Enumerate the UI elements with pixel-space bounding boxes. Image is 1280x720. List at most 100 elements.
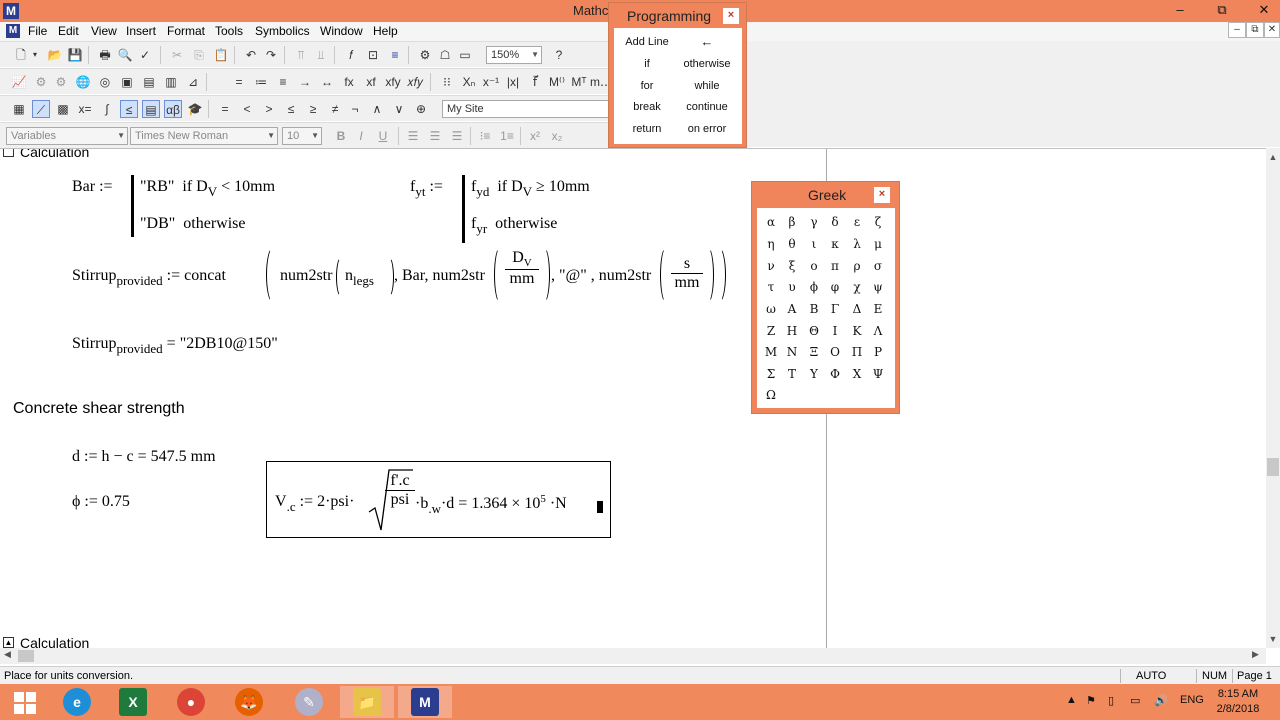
web-icon[interactable]: ◎ xyxy=(96,73,114,91)
greek-sigma[interactable]: σ xyxy=(868,256,888,276)
menu-tools[interactable]: Tools xyxy=(215,24,243,38)
vertical-scrollbar[interactable]: ▲ ▼ xyxy=(1266,148,1280,648)
minimize-button[interactable]: – xyxy=(1166,0,1194,20)
collapse-icon[interactable] xyxy=(3,149,14,157)
xfy-sub-icon[interactable]: 𝑥𝑓𝑦 xyxy=(406,73,424,91)
new-document-icon[interactable]: 🗋 xyxy=(12,46,30,64)
taskbar-app[interactable]: ✎ xyxy=(282,686,336,718)
worksheet[interactable]: Calculation Bar := "RB" if DV < 10mm "DB… xyxy=(0,148,1266,648)
taskbar-ie[interactable]: e xyxy=(50,686,104,718)
greek-omega[interactable]: ω xyxy=(761,299,781,319)
greek-cap-epsilon[interactable]: Ε xyxy=(868,299,888,319)
align-center-icon[interactable]: ☰ xyxy=(426,127,444,145)
taskbar-mathcad[interactable]: M xyxy=(398,686,452,718)
zoom-select[interactable]: 150% ▼ xyxy=(486,46,542,64)
volume-icon[interactable]: 🔊 xyxy=(1154,694,1168,707)
bar-lhs[interactable]: Bar := xyxy=(72,178,113,196)
arrow-both-icon[interactable]: ↔ xyxy=(318,73,336,91)
taskbar-chrome[interactable]: ● xyxy=(164,686,218,718)
programming-palette[interactable]: Programming × Add Line ← if otherwise fo… xyxy=(608,2,747,148)
vc-region[interactable]: V.c := 2·psi· f'.c psi ·b.w·d = 1.364 × … xyxy=(266,461,611,538)
greek-lambda[interactable]: λ xyxy=(847,234,867,254)
print-preview-icon[interactable]: 🔍 xyxy=(116,46,134,64)
fyt-row2[interactable]: fyr otherwise xyxy=(471,215,557,237)
menu-window[interactable]: Window xyxy=(320,24,363,38)
mathcad-app-icon[interactable]: M xyxy=(3,3,19,19)
stirrup-result[interactable]: Stirrupprovided = "2DB10@150" xyxy=(72,335,278,357)
greater-than-icon[interactable]: > xyxy=(260,100,278,118)
insert-function-icon[interactable]: 𝑓 xyxy=(342,46,360,64)
prog-for-button[interactable]: for xyxy=(614,80,680,92)
graph-2-icon[interactable]: ⚙ xyxy=(32,73,50,91)
resource-select[interactable]: My Site xyxy=(442,100,610,118)
greek-cap-omicron[interactable]: Ο xyxy=(825,342,845,362)
greek-cap-eta[interactable]: Η xyxy=(782,321,802,341)
less-than-icon[interactable]: < xyxy=(238,100,256,118)
scroll-up-icon[interactable]: ▲ xyxy=(1266,152,1280,162)
greek-kappa[interactable]: κ xyxy=(825,234,845,254)
taskbar-explorer[interactable]: 📁 xyxy=(340,686,394,718)
greek-palette[interactable]: Greek × α β γ δ ε ζ η θ ι κ λ μ ν ξ ο π … xyxy=(751,181,900,414)
tray-chevron-icon[interactable]: ▲ xyxy=(1066,694,1077,706)
greek-cap-kappa[interactable]: Κ xyxy=(847,321,867,341)
horizontal-scrollbar[interactable]: ◀ ▶ xyxy=(0,648,1266,664)
d-definition[interactable]: d := h − c = 547.5 mm xyxy=(72,448,216,466)
greek-phi[interactable]: ϕ xyxy=(804,277,824,297)
superscript-icon[interactable]: M⁽⁾ xyxy=(548,73,566,91)
resource-center-icon[interactable]: ☖ xyxy=(436,46,454,64)
greek-eta[interactable]: η xyxy=(761,234,781,254)
bool-equal-icon[interactable]: = xyxy=(216,100,234,118)
greek-cap-upsilon[interactable]: Υ xyxy=(804,364,824,384)
region-calculation-bottom[interactable]: ▲ Calculation xyxy=(0,635,1266,648)
new-dropdown-icon[interactable]: ▾ xyxy=(30,46,40,64)
and-icon[interactable]: ∧ xyxy=(368,100,386,118)
greek-cap-gamma[interactable]: Γ xyxy=(825,299,845,319)
clock[interactable]: 8:15 AM 2/8/2018 xyxy=(1208,687,1268,717)
greek-cap-alpha[interactable]: Α xyxy=(782,299,802,319)
align-down-icon[interactable]: ⫫ xyxy=(312,46,330,64)
greek-cap-mu[interactable]: Μ xyxy=(761,342,781,362)
stirrup-def[interactable]: Stirrupprovided := concat xyxy=(72,267,226,289)
greek-cap-xi[interactable]: Ξ xyxy=(804,342,824,362)
prog-on-error-button[interactable]: on error xyxy=(674,123,740,135)
greek-delta[interactable]: δ xyxy=(825,212,845,232)
menu-symbolics[interactable]: Symbolics xyxy=(255,24,310,38)
determinant-icon[interactable]: |x| xyxy=(504,73,522,91)
vectorize-icon[interactable]: f⃗ xyxy=(526,73,544,91)
or-icon[interactable]: ∨ xyxy=(390,100,408,118)
graph-3-icon[interactable]: ⚙ xyxy=(52,73,70,91)
greek-close-button[interactable]: × xyxy=(874,187,890,203)
greek-theta[interactable]: θ xyxy=(782,234,802,254)
network-icon[interactable]: ▭ xyxy=(1130,694,1140,707)
greek-tau[interactable]: τ xyxy=(761,277,781,297)
save-icon[interactable]: 💾 xyxy=(66,46,84,64)
not-equal-icon[interactable]: ≠ xyxy=(326,100,344,118)
font-select[interactable]: Times New Roman ▼ xyxy=(130,127,278,145)
prog-otherwise-button[interactable]: otherwise xyxy=(674,58,740,70)
graph-palette-icon[interactable]: 📈 xyxy=(10,73,28,91)
bold-button[interactable]: B xyxy=(332,127,350,145)
prog-break-button[interactable]: break xyxy=(614,101,680,113)
programming-toolbar-icon[interactable]: ▤ xyxy=(142,100,160,118)
greek-cap-nu[interactable]: Ν xyxy=(782,342,802,362)
matrix-toolbar-icon[interactable]: ▩ xyxy=(54,100,72,118)
align-left-icon[interactable]: ☰ xyxy=(404,127,422,145)
prog-add-line-button[interactable]: Add Line xyxy=(614,36,680,48)
identical-icon[interactable]: ≡ xyxy=(274,73,292,91)
calculator-icon[interactable]: ▦ xyxy=(10,100,28,118)
numbering-icon[interactable]: 1≡ xyxy=(498,127,516,145)
tray-flag-icon[interactable]: ⚑ xyxy=(1086,694,1096,707)
insert-unit-icon[interactable]: ⊡ xyxy=(364,46,382,64)
greek-cap-psi[interactable]: Ψ xyxy=(868,364,888,384)
section-heading[interactable]: Concrete shear strength xyxy=(13,400,185,418)
battery-icon[interactable]: ▯ xyxy=(1108,694,1114,707)
taskbar-firefox[interactable]: 🦊 xyxy=(222,686,276,718)
greek-cap-beta[interactable]: Β xyxy=(804,299,824,319)
fyt-lhs[interactable]: fyt := xyxy=(410,178,443,200)
scroll-left-icon[interactable]: ◀ xyxy=(4,649,11,660)
bar-row2[interactable]: "DB" otherwise xyxy=(140,215,246,233)
greek-cap-lambda[interactable]: Λ xyxy=(868,321,888,341)
greek-nu[interactable]: ν xyxy=(761,256,781,276)
greek-cap-rho[interactable]: Ρ xyxy=(868,342,888,362)
eq-icon[interactable]: = xyxy=(230,73,248,91)
